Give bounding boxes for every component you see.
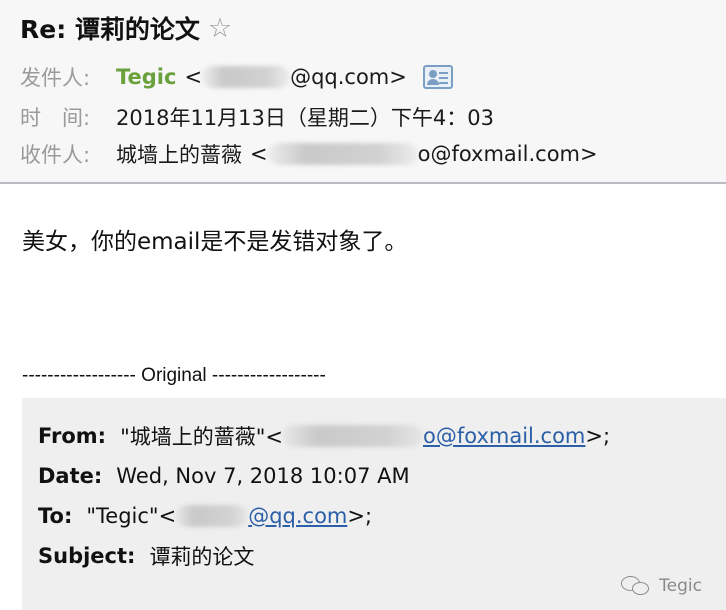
quote-subject-label: Subject: <box>38 544 136 568</box>
recipient-address-domain: o@foxmail.com> <box>417 142 598 166</box>
quote-from-link[interactable]: o@foxmail.com <box>423 424 585 448</box>
sender-address-open: < <box>184 65 203 89</box>
quote-to-label: To: <box>38 504 73 528</box>
recipient-address-open: < <box>250 142 268 166</box>
quote-from-close: >; <box>585 424 611 448</box>
quote-to-close: >; <box>347 504 373 528</box>
quote-subject-row: Subject: 谭莉的论文 <box>38 540 254 572</box>
watermark-text: Tegic <box>659 576 702 596</box>
quote-from-name: "城墙上的蔷薇"< <box>120 425 283 449</box>
wechat-icon <box>621 576 651 596</box>
quote-date-row: Date: Wed, Nov 7, 2018 10:07 AM <box>38 460 410 492</box>
redacted-quote-from-address <box>283 425 423 447</box>
quote-date-value: Wed, Nov 7, 2018 10:07 AM <box>116 464 410 488</box>
watermark: Tegic <box>621 576 702 596</box>
quote-from-row: From: "城墙上的蔷薇"< o@foxmail.com >; <box>38 420 610 452</box>
quote-date-label: Date: <box>38 464 103 488</box>
redacted-recipient-address <box>267 143 418 165</box>
quote-to-name: "Tegic"< <box>86 504 177 528</box>
mail-header: Re: 谭莉的论文 ☆ 发件人: Tegic < @qq.com> 时 间: 2… <box>0 0 726 184</box>
contact-card-icon[interactable] <box>422 65 453 89</box>
quote-to-row: To: "Tegic"< @qq.com >; <box>38 500 372 532</box>
original-separator: ------------------ Original ------------… <box>22 365 326 386</box>
quote-to-link[interactable]: @qq.com <box>248 504 347 528</box>
sender-row: 发件人: Tegic < @qq.com> <box>20 62 453 92</box>
quote-subject-value: 谭莉的论文 <box>149 545 255 569</box>
recipient-label: 收件人: <box>20 143 91 167</box>
message-body: 美女，你的email是不是发错对象了。 <box>22 229 408 255</box>
time-value: 2018年11月13日（星期二）下午4：03 <box>116 106 494 130</box>
recipient-name[interactable]: 城墙上的蔷薇 <box>116 139 242 169</box>
mail-subject: Re: 谭莉的论文 ☆ <box>20 10 232 46</box>
redacted-quote-to-address <box>176 505 249 527</box>
mail-subject-text: Re: 谭莉的论文 <box>20 15 200 44</box>
quote-from-label: From: <box>38 424 107 448</box>
time-label: 时 间: <box>20 106 91 130</box>
time-row: 时 间: 2018年11月13日（星期二）下午4：03 <box>20 102 494 132</box>
sender-label: 发件人: <box>20 66 91 90</box>
recipient-row: 收件人: 城墙上的蔷薇 < o@foxmail.com> <box>20 139 598 169</box>
redacted-sender-address <box>202 66 291 88</box>
sender-address-domain: @qq.com> <box>290 65 407 89</box>
sender-name[interactable]: Tegic <box>116 65 176 89</box>
quoted-original: From: "城墙上的蔷薇"< o@foxmail.com >; Date: W… <box>22 398 726 610</box>
star-icon[interactable]: ☆ <box>208 13 232 44</box>
